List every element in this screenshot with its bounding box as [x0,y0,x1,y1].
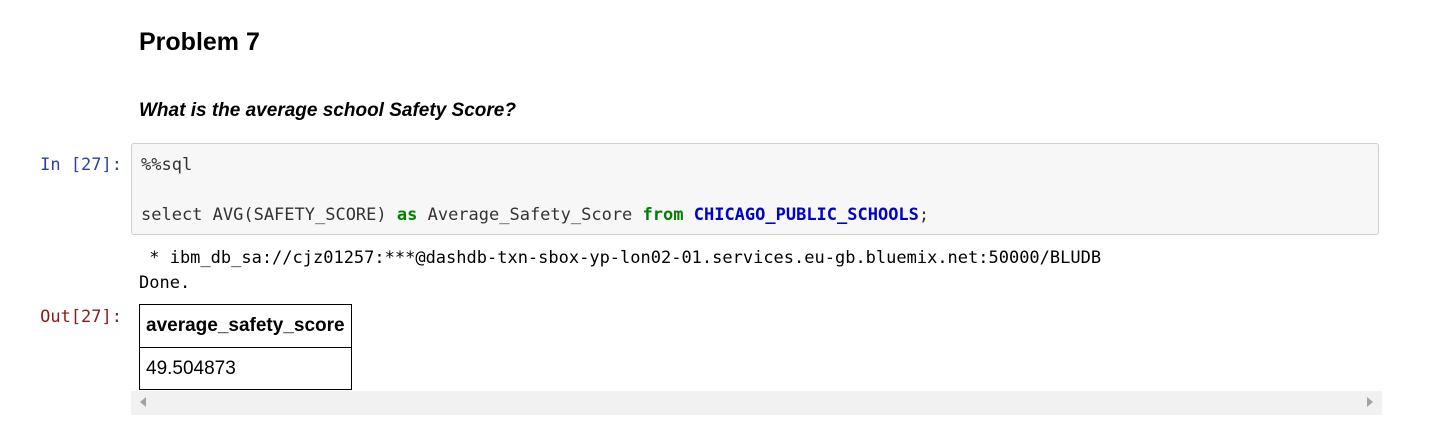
code-semicolon: ; [918,205,930,225]
table-cell: 49.504873 [139,347,352,390]
output-connection-line: * ibm_db_sa://cjz01257:***@dashdb-txn-sb… [139,248,1102,268]
output-done-line: Done. [139,273,191,293]
table-header-cell: average_safety_score [139,304,352,348]
input-prompt: In [27]: [40,155,122,175]
code-line-query: select AVG(SAFETY_SCORE) as Average_Safe… [141,205,929,225]
table-row: 49.504873 [139,347,352,390]
output-prompt: Out[27]: [40,307,122,327]
markdown-heading: Problem 7 [139,28,260,56]
chevron-left-icon[interactable] [140,397,146,407]
code-keyword-from: from [642,205,684,225]
code-line-magic: %%sql [141,155,193,175]
chevron-right-icon[interactable] [1367,397,1373,407]
code-select-clause: select AVG(SAFETY_SCORE) [141,205,397,225]
code-table-name: CHICAGO_PUBLIC_SCHOOLS [693,205,919,225]
horizontal-scrollbar[interactable] [131,391,1382,415]
table-header-row: average_safety_score [139,304,352,348]
code-keyword-as: as [396,205,418,225]
result-table: average_safety_score 49.504873 [139,304,352,390]
code-alias: Average_Safety_Score [417,205,643,225]
markdown-question: What is the average school Safety Score? [139,100,516,121]
code-cell-editor[interactable]: %%sql select AVG(SAFETY_SCORE) as Averag… [131,143,1379,235]
notebook-page: Problem 7 What is the average school Saf… [0,0,1445,440]
